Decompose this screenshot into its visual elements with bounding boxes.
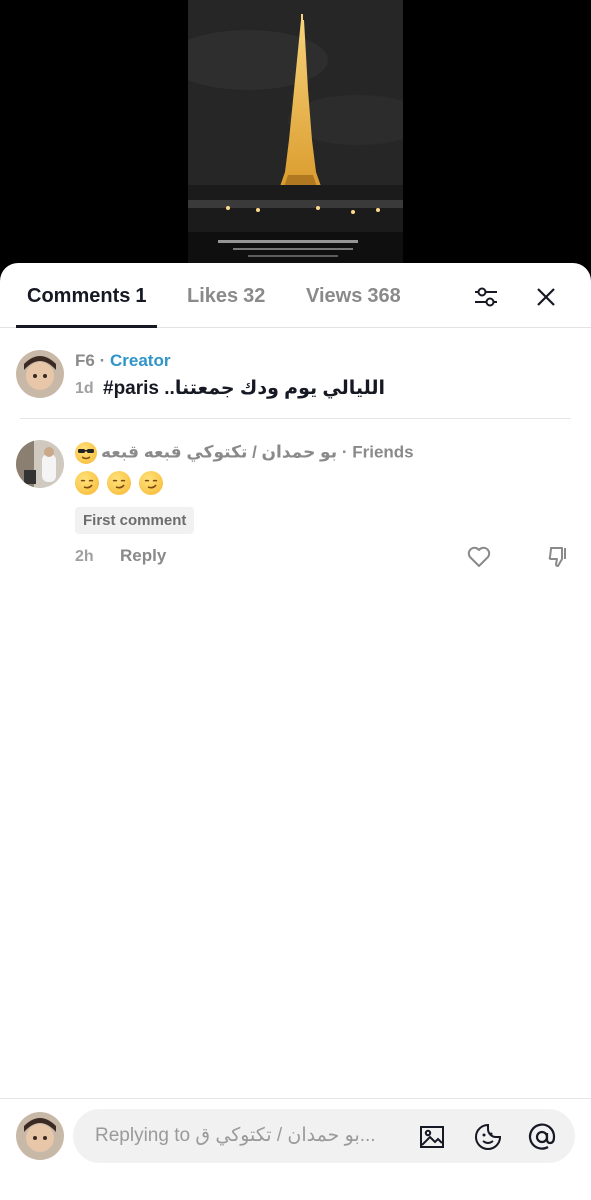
comment-author-line: بو حمدان / تكتوكي قبعه قبعه · Friends <box>75 442 414 464</box>
video-background[interactable] <box>0 0 591 290</box>
close-icon[interactable] <box>530 281 562 313</box>
tab-views-count: 368 <box>367 285 401 307</box>
comment-time: 1d <box>75 380 94 397</box>
reply-button[interactable]: Reply <box>120 546 166 566</box>
first-comment-badge: First comment <box>75 507 195 534</box>
comment-time: 2h <box>75 548 94 565</box>
eiffel-tower-image <box>188 0 403 290</box>
comment-username[interactable]: بو حمدان / تكتوكي قبعه قبعه <box>101 442 337 461</box>
creator-badge: Creator <box>109 351 171 370</box>
filter-icon[interactable] <box>470 281 502 313</box>
tab-likes-count: 32 <box>243 285 266 307</box>
heart-icon[interactable] <box>464 542 494 572</box>
tab-comments[interactable]: Comments 1 <box>15 285 159 328</box>
comment-input-placeholder: Replying to بو حمدان / تكتوكي ق... <box>95 1125 376 1146</box>
tab-views-label: Views <box>306 285 363 307</box>
divider <box>20 418 571 419</box>
image-icon[interactable] <box>417 1122 447 1152</box>
comment-author-line: F6 · Creator <box>75 351 170 371</box>
emoji-icon[interactable] <box>473 1122 503 1152</box>
comment-emoji-text <box>75 471 167 495</box>
tab-comments-label: Comments <box>27 285 131 307</box>
sunglasses-emoji-icon <box>75 442 97 464</box>
avatar[interactable] <box>16 440 64 488</box>
smirk-emoji-icon <box>107 471 131 495</box>
mention-icon[interactable] <box>527 1122 557 1152</box>
tab-views[interactable]: Views 368 <box>306 285 401 327</box>
comment-composer: Replying to بو حمدان / تكتوكي ق... <box>0 1098 591 1200</box>
comment-item: بو حمدان / تكتوكي قبعه قبعه · Friends Fi… <box>0 438 591 578</box>
dislike-icon[interactable] <box>544 542 574 572</box>
tab-likes-label: Likes <box>187 285 239 307</box>
avatar[interactable] <box>16 350 64 398</box>
comments-sheet: Comments 1 Likes 32 Views 368 F6 · Creat… <box>0 263 591 1200</box>
comment-text: #paris الليالي يوم ودك جمعتنا.. <box>103 377 385 400</box>
comment-separator: · <box>341 442 348 462</box>
tab-comments-count: 1 <box>135 285 147 307</box>
comment-item: F6 · Creator 1d #paris الليالي يوم ودك ج… <box>0 348 591 418</box>
smirk-emoji-icon <box>75 471 99 495</box>
smirk-emoji-icon <box>139 471 163 495</box>
comment-hashtag[interactable]: #paris <box>103 378 159 399</box>
comment-input[interactable]: Replying to بو حمدان / تكتوكي ق... <box>73 1109 575 1163</box>
tab-likes[interactable]: Likes 32 <box>187 285 265 327</box>
friends-badge: Friends <box>352 442 414 462</box>
comment-text-arabic: الليالي يوم ودك جمعتنا.. <box>164 378 386 399</box>
comment-separator: · <box>99 351 106 370</box>
tab-bar: Comments 1 Likes 32 Views 368 <box>0 263 591 328</box>
video-thumbnail <box>188 0 403 290</box>
avatar <box>16 1112 64 1160</box>
comment-username[interactable]: F6 <box>75 351 95 370</box>
